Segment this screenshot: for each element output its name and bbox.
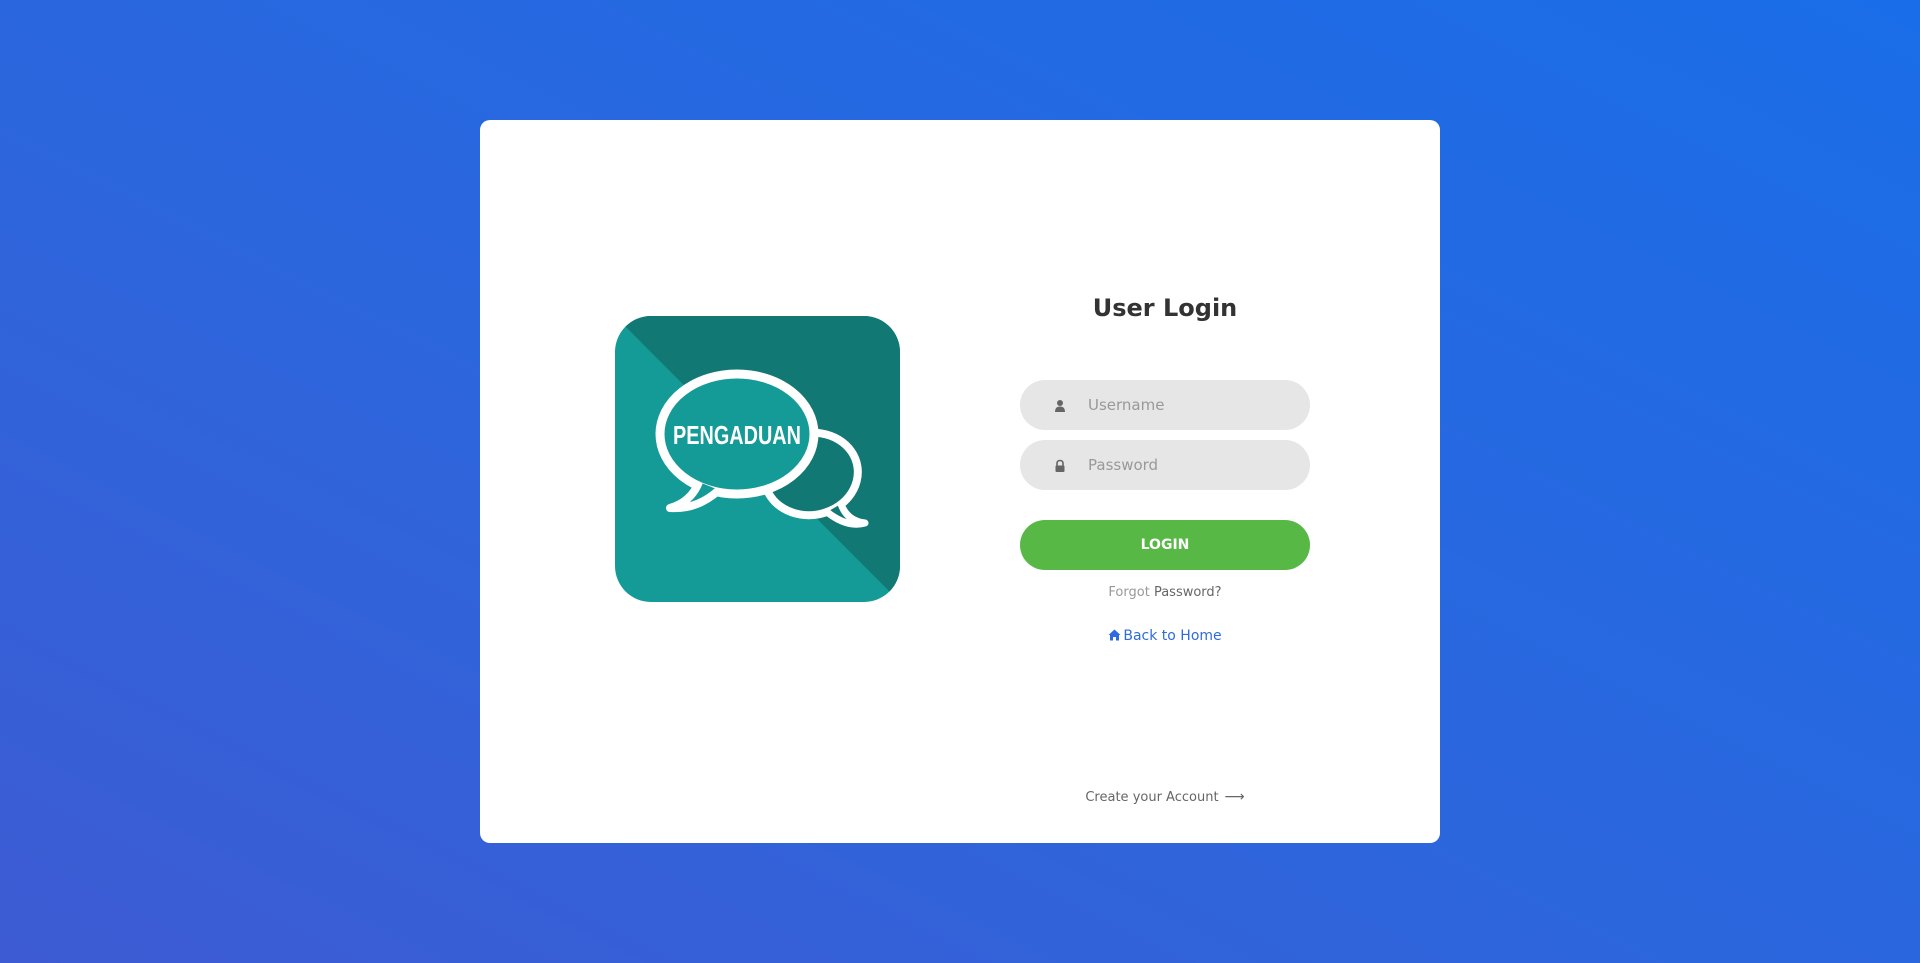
forgot-password-link[interactable]: Password? (1154, 585, 1222, 600)
back-to-home-link[interactable]: Back to Home (1108, 628, 1222, 644)
create-account: Create your Account ⟶ (1020, 788, 1310, 807)
page-title: User Login (1092, 294, 1238, 322)
create-account-label: Create your Account (1085, 790, 1219, 805)
lock-icon (1053, 458, 1067, 472)
back-to-home-label: Back to Home (1123, 628, 1222, 644)
password-input[interactable] (1088, 440, 1288, 490)
arrow-right-icon: ⟶ (1224, 789, 1245, 805)
login-button[interactable]: LOGIN (1020, 520, 1310, 570)
home-icon (1108, 629, 1121, 641)
login-card: PENGADUAN User Login LOGIN (480, 120, 1440, 843)
create-account-link[interactable]: Create your Account ⟶ (1085, 789, 1245, 805)
chat-bubbles-icon: PENGADUAN (615, 316, 900, 602)
pengaduan-logo: PENGADUAN (615, 316, 900, 602)
forgot-password: Forgot Password? (1020, 584, 1310, 602)
logo-text: PENGADUAN (673, 420, 801, 450)
back-to-home: Back to Home (1020, 627, 1310, 645)
username-field[interactable] (1020, 380, 1310, 430)
forgot-prefix: Forgot (1108, 585, 1150, 600)
username-input[interactable] (1088, 380, 1288, 430)
password-field[interactable] (1020, 440, 1310, 490)
user-icon (1053, 398, 1067, 412)
